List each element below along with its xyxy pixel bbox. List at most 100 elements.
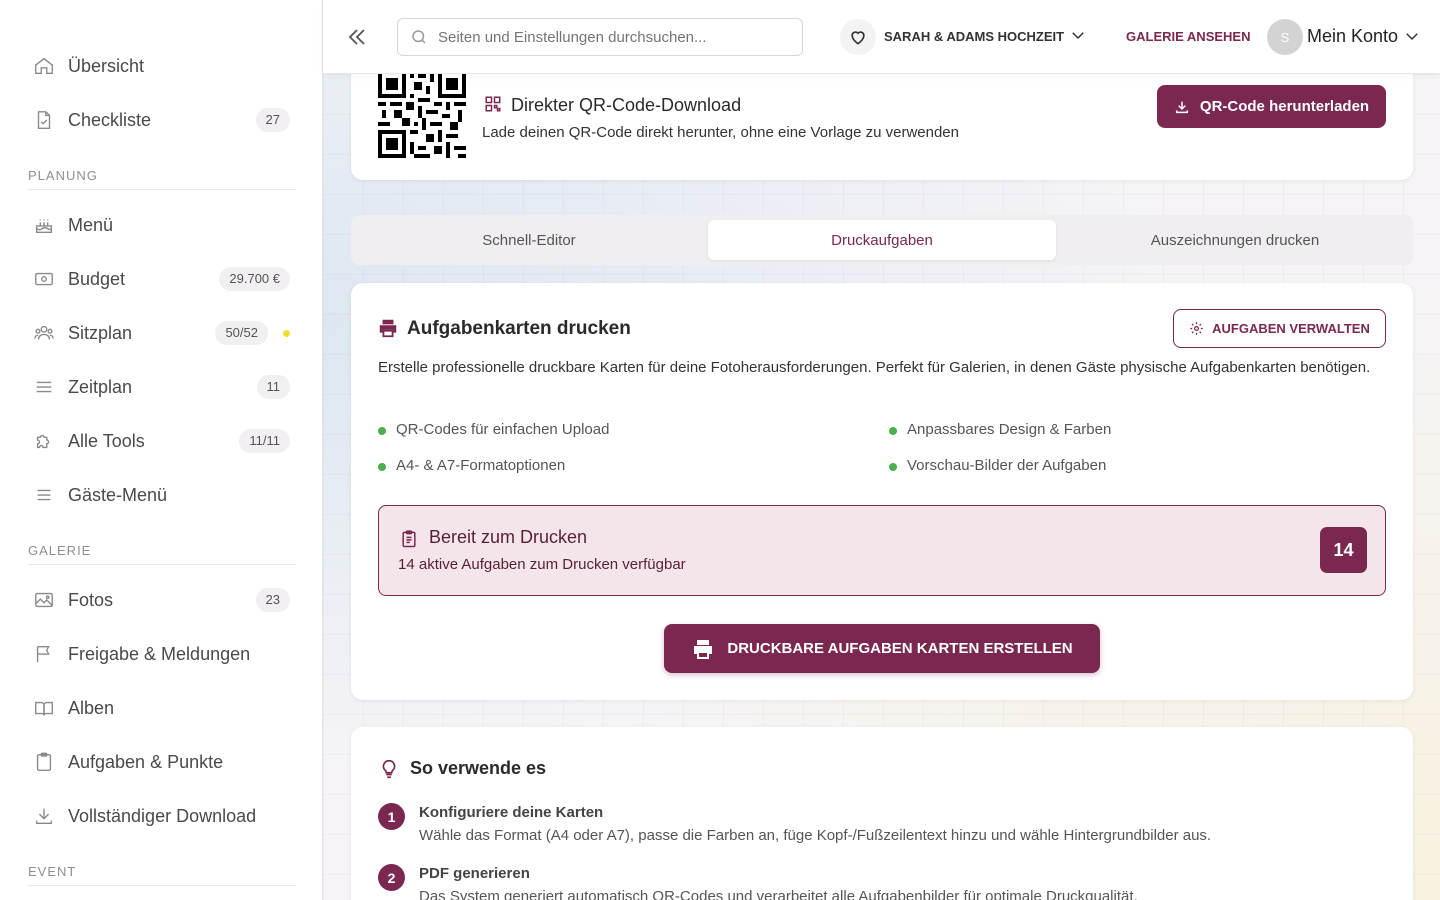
step-number: 2 bbox=[378, 864, 405, 891]
collapse-sidebar-icon[interactable] bbox=[345, 25, 369, 49]
sidebar-item-label: Menü bbox=[68, 214, 114, 235]
step-title: PDF generieren bbox=[419, 865, 530, 882]
printer-icon bbox=[377, 317, 399, 339]
home-icon bbox=[33, 55, 55, 77]
book-icon bbox=[33, 697, 55, 719]
count-badge: 11/11 bbox=[239, 429, 290, 453]
feature-label: Anpassbares Design & Farben bbox=[907, 421, 1112, 438]
bullet-icon bbox=[889, 427, 897, 435]
download-icon bbox=[33, 805, 55, 827]
print-tasks-card: Aufgabenkarten drucken AUFGABEN VERWALTE… bbox=[351, 283, 1413, 700]
manage-tasks-button[interactable]: AUFGABEN VERWALTEN bbox=[1173, 309, 1386, 348]
sidebar-item-alben[interactable]: Alben bbox=[28, 686, 294, 730]
sidebar-item-checkliste[interactable]: Checkliste 27 bbox=[28, 98, 294, 142]
count-badge: 27 bbox=[255, 108, 290, 132]
sidebar-item-download[interactable]: Vollständiger Download bbox=[28, 794, 294, 838]
step-text: Das System generiert automatisch QR-Code… bbox=[419, 888, 1138, 900]
count-badge: 50/52 bbox=[215, 321, 268, 345]
search-input[interactable] bbox=[438, 25, 788, 49]
heart-icon bbox=[840, 19, 876, 55]
ready-title: Bereit zum Drucken bbox=[429, 527, 588, 547]
search-box[interactable] bbox=[397, 18, 803, 56]
count-badge: 11 bbox=[256, 375, 290, 399]
sidebar-item-label: Alle Tools bbox=[68, 430, 145, 451]
manage-tasks-label: AUFGABEN VERWALTEN bbox=[1212, 321, 1370, 336]
bullet-icon bbox=[378, 463, 386, 471]
download-qr-button[interactable]: QR-Code herunterladen bbox=[1157, 85, 1386, 128]
step-number: 1 bbox=[378, 803, 405, 830]
create-cards-button[interactable]: DRUCKBARE AUFGABEN KARTEN ERSTELLEN bbox=[664, 624, 1100, 673]
qr-card-title: Direkter QR-Code-Download bbox=[511, 95, 742, 115]
sidebar-item-freigabe[interactable]: Freigabe & Meldungen bbox=[28, 632, 294, 676]
section-title-event: EVENT bbox=[28, 864, 296, 886]
count-badge: 23 bbox=[255, 588, 290, 612]
sidebar-item-menu[interactable]: Menü bbox=[28, 203, 294, 247]
sidebar-item-label: Sitzplan bbox=[68, 322, 133, 343]
sidebar-item-aufgaben-punkte[interactable]: Aufgaben & Punkte bbox=[28, 740, 294, 784]
tab-bar: Schnell-Editor Druckaufgaben Auszeichnun… bbox=[351, 215, 1413, 265]
download-icon bbox=[1174, 99, 1190, 115]
bullet-icon bbox=[378, 427, 386, 435]
ready-to-print-panel: Bereit zum Drucken 14 aktive Aufgaben zu… bbox=[378, 505, 1386, 596]
photo-icon bbox=[33, 589, 55, 611]
sidebar-item-label: Freigabe & Meldungen bbox=[68, 643, 251, 664]
step-title: Konfiguriere deine Karten bbox=[419, 804, 604, 821]
count-badge: 29.700 € bbox=[219, 267, 290, 291]
lightbulb-icon bbox=[378, 757, 400, 781]
qr-code-image bbox=[378, 74, 466, 158]
sidebar-item-gaeste-menu[interactable]: Gäste-Menü bbox=[28, 473, 294, 517]
sidebar-item-label: Zeitplan bbox=[68, 376, 133, 397]
create-cards-label: DRUCKBARE AUFGABEN KARTEN ERSTELLEN bbox=[727, 640, 1073, 657]
tab-schnell-editor[interactable]: Schnell-Editor bbox=[355, 220, 703, 260]
avatar[interactable]: S bbox=[1267, 19, 1303, 55]
document-check-icon bbox=[33, 109, 55, 131]
sidebar-item-label: Budget bbox=[68, 268, 126, 289]
ready-count-badge: 14 bbox=[1320, 527, 1367, 573]
account-chevron-icon[interactable] bbox=[1403, 27, 1421, 45]
main-content: Direkter QR-Code-Download Lade deinen QR… bbox=[323, 74, 1440, 900]
ready-subtitle: 14 aktive Aufgaben zum Drucken verfügbar bbox=[398, 556, 686, 573]
sidebar-item-label: Checkliste bbox=[68, 109, 152, 130]
printer-icon bbox=[691, 637, 715, 661]
status-dot bbox=[283, 330, 290, 337]
sidebar-item-label: Aufgaben & Punkte bbox=[68, 751, 224, 772]
sidebar-item-label: Vollständiger Download bbox=[68, 805, 257, 826]
sidebar-item-uebersicht[interactable]: Übersicht bbox=[28, 44, 294, 88]
list-icon bbox=[33, 376, 55, 398]
cake-icon bbox=[33, 214, 55, 236]
sidebar-item-sitzplan[interactable]: Sitzplan 50/52 bbox=[28, 311, 294, 355]
step-text: Wähle das Format (A4 oder A7), passe die… bbox=[419, 827, 1212, 844]
clipboard-list-icon bbox=[399, 529, 419, 549]
flag-icon bbox=[33, 643, 55, 665]
gear-icon bbox=[1189, 321, 1204, 336]
sidebar-item-zeitplan[interactable]: Zeitplan 11 bbox=[28, 365, 294, 409]
account-menu[interactable]: Mein Konto bbox=[1307, 26, 1398, 47]
tab-druckaufgaben[interactable]: Druckaufgaben bbox=[708, 220, 1056, 260]
top-bar: SARAH & ADAMS HOCHZEIT GALERIE ANSEHEN S… bbox=[323, 0, 1440, 74]
event-selector[interactable]: SARAH & ADAMS HOCHZEIT bbox=[884, 29, 1064, 44]
section-title-planung: PLANUNG bbox=[28, 168, 296, 190]
view-gallery-link[interactable]: GALERIE ANSEHEN bbox=[1126, 29, 1250, 44]
section-title-galerie: GALERIE bbox=[28, 543, 296, 565]
sidebar-item-label: Gäste-Menü bbox=[68, 484, 168, 505]
feature-label: A4- & A7-Formatoptionen bbox=[396, 457, 566, 474]
sidebar-item-fotos[interactable]: Fotos 23 bbox=[28, 578, 294, 622]
download-qr-label: QR-Code herunterladen bbox=[1199, 98, 1370, 115]
feature-label: QR-Codes für einfachen Upload bbox=[396, 421, 610, 438]
users-icon bbox=[33, 322, 55, 344]
menu-icon bbox=[33, 484, 55, 506]
sidebar-item-alle-tools[interactable]: Alle Tools 11/11 bbox=[28, 419, 294, 463]
chevron-down-icon[interactable] bbox=[1069, 26, 1087, 44]
sidebar-item-label: Alben bbox=[68, 697, 115, 718]
print-card-description: Erstelle professionelle druckbare Karten… bbox=[378, 359, 1371, 376]
feature-label: Vorschau-Bilder der Aufgaben bbox=[907, 457, 1107, 474]
qr-download-card: Direkter QR-Code-Download Lade deinen QR… bbox=[351, 74, 1413, 180]
print-card-title: Aufgabenkarten drucken bbox=[407, 318, 631, 339]
sidebar-item-budget[interactable]: Budget 29.700 € bbox=[28, 257, 294, 301]
puzzle-icon bbox=[33, 430, 55, 452]
banknote-icon bbox=[33, 268, 55, 290]
clipboard-icon bbox=[33, 751, 55, 773]
howto-title: So verwende es bbox=[410, 758, 547, 778]
tab-auszeichnungen[interactable]: Auszeichnungen drucken bbox=[1061, 220, 1409, 260]
qr-card-description: Lade deinen QR-Code direkt herunter, ohn… bbox=[482, 124, 959, 141]
